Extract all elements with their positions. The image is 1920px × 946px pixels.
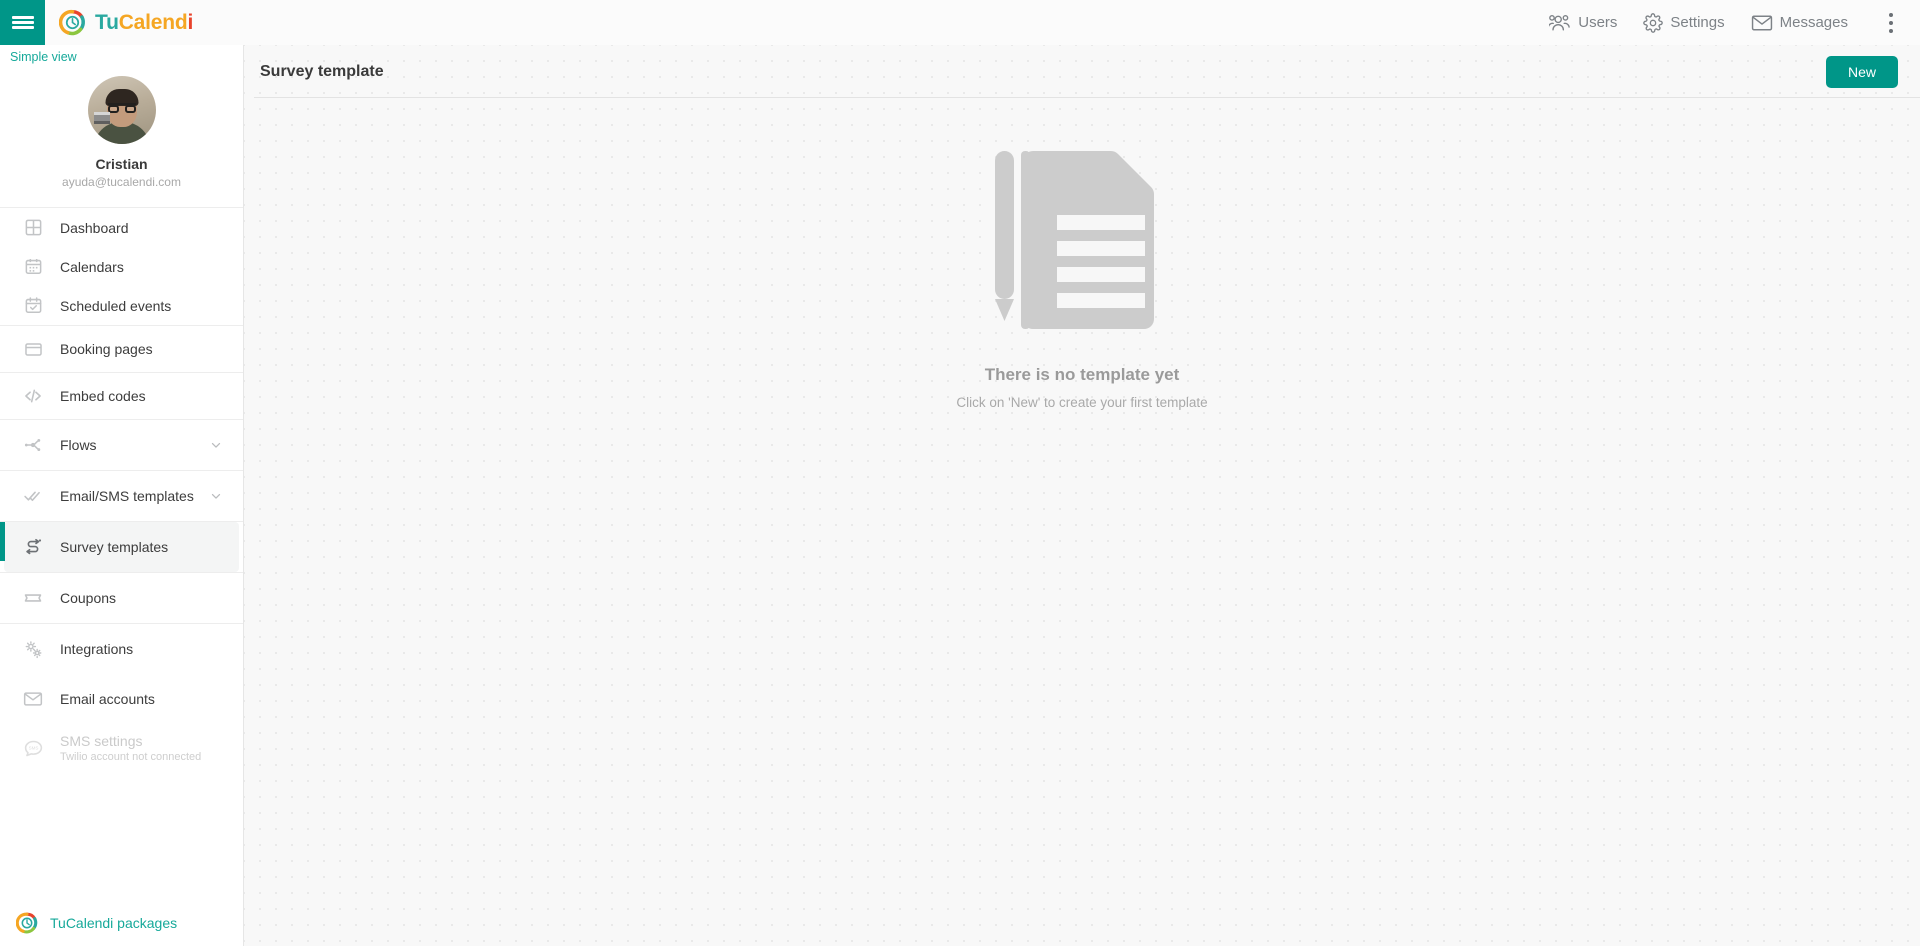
sidebar-label-scheduled-events: Scheduled events bbox=[60, 297, 172, 314]
sidebar-item-email-sms-templates[interactable]: Email/SMS templates bbox=[4, 471, 239, 521]
avatar-object bbox=[93, 112, 110, 124]
simple-view-link[interactable]: Simple view bbox=[0, 45, 243, 64]
kebab-menu-icon[interactable] bbox=[1878, 8, 1904, 38]
sidebar-navigation: Dashboard Calendars Scheduled events Boo… bbox=[0, 207, 243, 772]
sidebar-label-sms-settings: SMS settings bbox=[60, 733, 143, 749]
chevron-down-icon[interactable] bbox=[209, 489, 223, 503]
sidebar-group: Flows bbox=[0, 420, 243, 471]
sidebar-group: Integrations Email accounts SMS SMS sett… bbox=[0, 624, 243, 772]
sidebar-label-integrations: Integrations bbox=[60, 641, 134, 657]
tucalendi-packages-link[interactable]: TuCalendi packages bbox=[50, 915, 177, 931]
main-header: Survey template New bbox=[244, 45, 1920, 98]
page-title: Survey template bbox=[260, 62, 384, 80]
sidebar: Simple view Cristian ayuda@tucalendi.com… bbox=[0, 45, 244, 946]
tucalendi-logo-icon bbox=[58, 9, 86, 36]
sidebar-item-survey-templates[interactable]: Survey templates bbox=[0, 522, 239, 572]
sidebar-label-email-sms-templates: Email/SMS templates bbox=[60, 488, 194, 504]
topnav-label-settings: Settings bbox=[1670, 14, 1725, 31]
gear-icon bbox=[1643, 12, 1664, 33]
sidebar-sublabel-sms-settings: Twilio account not connected bbox=[60, 751, 202, 763]
users-icon bbox=[1549, 13, 1571, 33]
sidebar-label-coupons: Coupons bbox=[60, 590, 117, 606]
tucalendi-logo-icon bbox=[15, 912, 38, 934]
empty-state: There is no template yet Click on 'New' … bbox=[244, 143, 1920, 410]
sidebar-label-email-accounts: Email accounts bbox=[60, 691, 155, 707]
sidebar-item-integrations[interactable]: Integrations bbox=[4, 624, 239, 674]
double-check-icon bbox=[22, 485, 44, 507]
hamburger-icon-bar bbox=[11, 26, 34, 30]
kebab-dot bbox=[1889, 28, 1893, 33]
sidebar-group: Embed codes bbox=[0, 373, 243, 420]
ticket-icon bbox=[22, 587, 44, 609]
sidebar-item-coupons[interactable]: Coupons bbox=[4, 573, 239, 623]
flow-nodes-icon bbox=[22, 434, 44, 456]
gears-icon bbox=[22, 638, 44, 660]
sidebar-group: Dashboard Calendars Scheduled events bbox=[0, 207, 243, 326]
sidebar-item-sms-settings[interactable]: SMS SMS settings Twilio account not conn… bbox=[4, 724, 239, 772]
profile-section: Cristian ayuda@tucalendi.com bbox=[0, 64, 243, 207]
avatar[interactable] bbox=[87, 76, 156, 144]
calendar-icon bbox=[22, 256, 44, 278]
envelope-icon bbox=[22, 688, 44, 710]
sidebar-item-scheduled-events[interactable]: Scheduled events bbox=[4, 286, 239, 325]
avatar-glasses bbox=[107, 103, 136, 113]
sidebar-item-embed-codes[interactable]: Embed codes bbox=[4, 373, 239, 419]
hamburger-icon-bar bbox=[11, 15, 34, 19]
grid-icon bbox=[22, 217, 44, 239]
top-navigation: Users Settings Messages bbox=[1549, 8, 1920, 38]
topnav-label-messages: Messages bbox=[1779, 14, 1848, 31]
hamburger-menu-button[interactable] bbox=[0, 0, 45, 45]
sidebar-item-dashboard[interactable]: Dashboard bbox=[4, 208, 239, 247]
brand-text-part2: Calend bbox=[118, 10, 188, 34]
profile-name: Cristian bbox=[95, 156, 148, 172]
brand-text-part3: i bbox=[187, 10, 194, 34]
document-with-pencil-icon bbox=[987, 143, 1177, 343]
kebab-dot bbox=[1889, 20, 1893, 25]
main-content: Survey template New There is no template… bbox=[244, 45, 1920, 946]
sidebar-item-flows[interactable]: Flows bbox=[4, 420, 239, 470]
empty-state-subtitle: Click on 'New' to create your first temp… bbox=[956, 395, 1208, 410]
sidebar-item-email-accounts[interactable]: Email accounts bbox=[4, 674, 239, 724]
code-icon bbox=[22, 385, 44, 407]
kebab-dot bbox=[1889, 12, 1893, 17]
empty-state-title: There is no template yet bbox=[984, 365, 1180, 384]
brand-text-part1: Tu bbox=[95, 10, 119, 34]
sidebar-label-booking-pages: Booking pages bbox=[60, 341, 153, 357]
calendar-check-icon bbox=[22, 295, 44, 317]
envelope-icon bbox=[1751, 14, 1773, 32]
svg-text:SMS: SMS bbox=[28, 745, 38, 750]
topnav-item-users[interactable]: Users bbox=[1549, 13, 1617, 33]
sidebar-group: Booking pages bbox=[0, 326, 243, 373]
sidebar-label-embed-codes: Embed codes bbox=[60, 388, 146, 404]
sidebar-label-flows: Flows bbox=[60, 437, 97, 453]
brand-title: TuCalendi bbox=[95, 11, 193, 35]
topnav-item-settings[interactable]: Settings bbox=[1643, 12, 1725, 33]
top-bar: TuCalendi Users Settings Messages bbox=[0, 0, 1920, 45]
survey-arrows-icon bbox=[22, 536, 44, 558]
sidebar-item-booking-pages[interactable]: Booking pages bbox=[4, 326, 239, 372]
window-icon bbox=[22, 338, 44, 360]
sidebar-label-calendars: Calendars bbox=[60, 258, 124, 275]
new-button[interactable]: New bbox=[1825, 55, 1898, 88]
sidebar-group: Coupons bbox=[0, 573, 243, 624]
sidebar-group: Email/SMS templates bbox=[0, 471, 243, 522]
sidebar-label-dashboard: Dashboard bbox=[60, 219, 129, 236]
sidebar-label-survey-templates: Survey templates bbox=[60, 539, 169, 555]
brand-logo-link[interactable]: TuCalendi bbox=[58, 9, 193, 36]
sidebar-item-calendars[interactable]: Calendars bbox=[4, 247, 239, 286]
sms-bubble-icon: SMS bbox=[22, 737, 44, 759]
sidebar-group: Survey templates bbox=[0, 522, 243, 573]
topnav-item-messages[interactable]: Messages bbox=[1751, 14, 1848, 32]
profile-email: ayuda@tucalendi.com bbox=[62, 175, 181, 189]
topnav-label-users: Users bbox=[1578, 14, 1618, 31]
hamburger-icon-bar bbox=[11, 21, 34, 24]
chevron-down-icon[interactable] bbox=[209, 438, 223, 452]
sidebar-footer: TuCalendi packages bbox=[0, 912, 243, 946]
